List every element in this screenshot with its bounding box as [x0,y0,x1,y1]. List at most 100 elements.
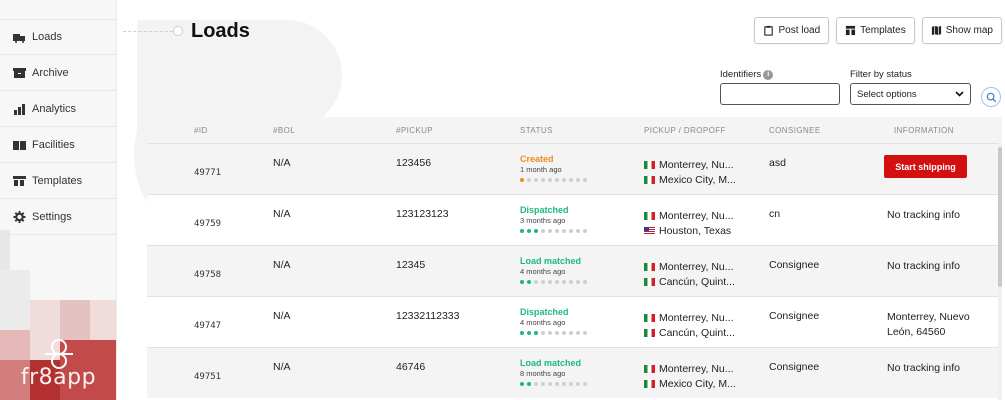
table-row[interactable]: 49751 N/A 46746 Load matched 8 months ago Mon… [147,347,998,398]
search-icon [986,92,996,102]
load-id[interactable]: 49771 [194,168,221,178]
progress-dot [520,382,524,386]
consignee: Consignee [769,310,820,322]
progress-dot [555,331,559,335]
title-decoration-dot [173,26,183,36]
dropoff-location-text: Cancún, Quint... [659,275,735,288]
info-icon[interactable]: i [763,69,774,80]
progress-dot [562,382,566,386]
sidebar-item-label: Settings [32,210,72,223]
status-cell: Load matched 4 months ago [520,256,587,284]
gear-icon [12,210,26,223]
column-header-id[interactable]: #ID [194,126,208,135]
progress-dot [548,178,552,182]
status-timestamp: 4 months ago [520,318,566,327]
progress-dot [555,280,559,284]
sidebar-item-analytics[interactable]: Analytics [0,91,116,127]
load-id[interactable]: 49759 [194,219,221,229]
progress-dot [534,331,538,335]
sidebar-item-label: Facilities [32,138,75,151]
chevron-down-icon [955,91,964,97]
load-id[interactable]: 49758 [194,270,221,280]
mexico-flag-icon [644,160,655,169]
column-header-route[interactable]: PICKUP / DROPOFF [644,126,726,135]
scrollbar-thumb[interactable] [998,147,1002,287]
progress-dot [548,331,552,335]
dropoff-location-text: Cancún, Quint... [659,326,735,339]
progress-dot [583,280,587,284]
load-id[interactable]: 49751 [194,372,221,382]
consignee: asd [769,157,786,169]
sidebar-item-loads[interactable]: Loads [0,19,116,55]
archive-icon [12,67,26,79]
sidebar-item-label: Loads [32,31,62,43]
progress-dot [583,178,587,182]
bol-number: N/A [273,361,291,373]
pickup-location: Monterrey, Nu... [644,310,735,325]
load-id[interactable]: 49747 [194,321,221,331]
mexico-flag-icon [644,313,655,322]
progress-dot [548,229,552,233]
progress-dot [583,382,587,386]
sidebar-item-settings[interactable]: Settings [0,199,116,235]
templates-label: Templates [860,25,906,36]
table-row[interactable]: 49747 N/A 12332112333 Dispatched 4 months ag… [147,296,998,347]
start-shipping-button[interactable]: Start shipping [884,155,967,178]
progress-dot [562,280,566,284]
progress-dot [555,229,559,233]
progress-dot [520,229,524,233]
templates-button[interactable]: Templates [836,17,915,44]
progress-dot [534,280,538,284]
bol-number: N/A [273,208,291,220]
search-button[interactable] [981,87,1001,107]
pickup-location-text: Monterrey, Nu... [659,311,734,324]
route-cell: Monterrey, Nu... Cancún, Quint... [644,259,735,289]
identifiers-label: Identifiers i [720,69,774,80]
table-row[interactable]: 49758 N/A 12345 Load matched 4 months ago Mon… [147,245,998,296]
route-cell: Monterrey, Nu... Houston, Texas [644,208,734,238]
table-row[interactable]: 49759 N/A 123123123 Dispatched 3 months ago M… [147,194,998,245]
column-header-pickup[interactable]: #PICKUP [396,126,433,135]
show-map-button[interactable]: Show map [921,17,1002,44]
column-header-bol[interactable]: #BOL [273,126,295,135]
column-header-consignee[interactable]: CONSIGNEE [769,126,821,135]
progress-dot [541,331,545,335]
tracking-info: Monterrey, Nuevo León, 64560 [887,311,970,339]
route-cell: Monterrey, Nu... Cancún, Quint... [644,310,735,340]
sidebar: Loads Archive Analytics Facilities Templates… [0,0,117,400]
title-decoration-line [123,30,173,32]
mexico-flag-icon [644,277,655,286]
identifiers-input[interactable] [720,83,840,105]
column-header-status[interactable]: STATUS [520,126,553,135]
sidebar-item-label: Analytics [32,102,77,115]
progress-dot [576,382,580,386]
bol-number: N/A [273,157,291,169]
pickup-location: Monterrey, Nu... [644,157,736,172]
progress-dots [520,178,587,182]
column-header-information[interactable]: INFORMATION [894,126,954,135]
post-load-label: Post load [778,25,821,36]
status-filter-label: Filter by status [850,69,912,80]
table-scrollbar[interactable] [998,143,1002,400]
progress-dot [569,331,573,335]
post-load-button[interactable]: Post load [754,17,830,44]
table-row[interactable]: 49771 N/A 123456 Created 1 month ago Monterre… [147,143,998,194]
sidebar-item-facilities[interactable]: Facilities [0,127,116,163]
dropoff-location: Cancún, Quint... [644,274,735,289]
progress-dot [527,382,531,386]
bol-number: N/A [273,259,291,271]
page-header: Loads [117,14,250,48]
sidebar-item-templates[interactable]: Templates [0,163,116,199]
consignee: Consignee [769,361,820,373]
sidebar-item-label: Archive [32,66,69,79]
pickup-location: Monterrey, Nu... [644,361,736,376]
progress-dot [541,382,545,386]
progress-dot [576,229,580,233]
progress-dot [555,178,559,182]
sidebar-item-archive[interactable]: Archive [0,55,116,91]
identifiers-label-text: Identifiers [720,69,762,80]
status-select[interactable]: Select options [850,83,971,105]
pickup-number: 46746 [396,361,426,373]
sidebar-item-label: Templates [32,174,83,187]
progress-dot [576,331,580,335]
